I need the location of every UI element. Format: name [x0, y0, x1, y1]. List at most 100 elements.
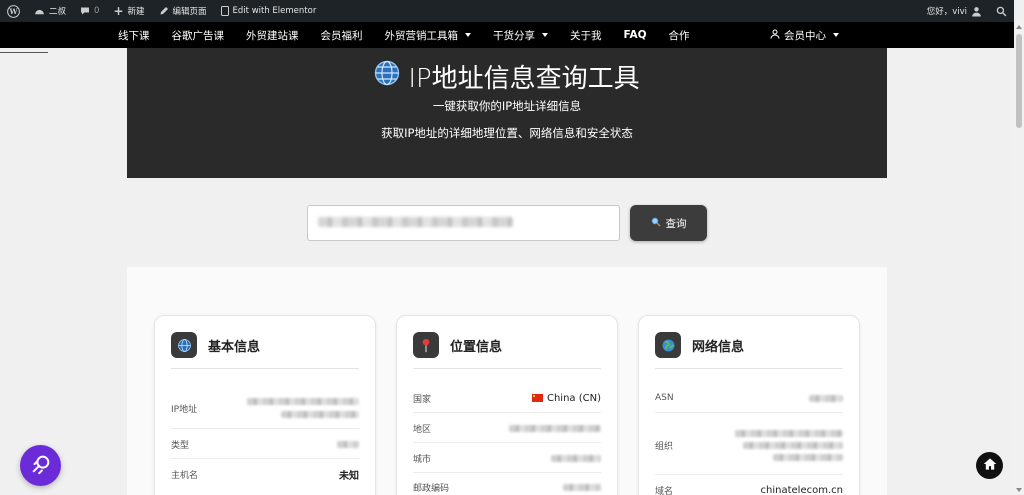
user-avatar-icon — [971, 6, 982, 17]
hero-subtitle: 一键获取你的IP地址详细信息 — [432, 99, 582, 113]
city-value-redacted — [551, 454, 601, 462]
query-button-label: 查询 — [665, 217, 687, 230]
country-label: 国家 — [413, 394, 432, 405]
city-row: 城市 — [413, 450, 601, 466]
edit-page-label: 编辑页面 — [172, 7, 207, 17]
new-content-link[interactable]: + 新建 — [106, 0, 151, 22]
caret-down-icon — [542, 33, 548, 37]
region-row: 地区 — [413, 420, 601, 436]
ip-value-redacted — [247, 398, 359, 418]
hero-title-text: IP地址信息查询工具 — [408, 64, 640, 94]
scroll-up-icon[interactable] — [1016, 25, 1022, 29]
globe-icon — [374, 60, 400, 93]
query-button[interactable]: 查询 — [630, 205, 707, 241]
new-label: 新建 — [127, 7, 145, 17]
my-account-link[interactable]: 您好，vivi — [920, 0, 989, 22]
edit-with-elementor-link[interactable]: Edit with Elementor — [214, 0, 324, 22]
city-label: 城市 — [413, 454, 432, 465]
ip-label: IP地址 — [171, 404, 198, 415]
card-header: 位置信息 — [413, 332, 601, 369]
type-label: 类型 — [171, 440, 190, 451]
china-flag-icon — [531, 393, 543, 402]
site-name-label: 二叔 — [49, 7, 67, 17]
nav-item-offline-course[interactable]: 线下课 — [107, 22, 161, 48]
nav-item-website-course[interactable]: 外贸建站课 — [235, 22, 310, 48]
search-icon — [30, 453, 52, 479]
scroll-down-icon[interactable] — [1016, 488, 1022, 492]
comments-link[interactable]: 0 — [73, 0, 106, 22]
nav-item-member-benefits[interactable]: 会员福利 — [310, 22, 374, 48]
nav-item-sharing[interactable]: 干货分享 — [482, 22, 559, 48]
wordpress-logo-button[interactable]: W — [0, 0, 27, 22]
network-info-card: 网络信息 ASN 组织 域名 chinatelecom.cn — [638, 315, 860, 495]
user-icon — [770, 29, 780, 42]
organization-row: 组织 — [655, 422, 843, 468]
basic-info-card: 基本信息 IP地址 类型 主机名 未知 — [154, 315, 376, 495]
row-divider — [413, 412, 601, 413]
nav-item-about[interactable]: 关于我 — [559, 22, 613, 48]
comment-icon — [80, 6, 90, 16]
map-pin-icon — [413, 332, 439, 358]
globe-icon — [171, 332, 197, 358]
floating-action-button[interactable] — [20, 445, 61, 486]
card-header: 网络信息 — [655, 332, 843, 369]
wp-admin-bar: W 二叔 0 + 新建 编辑页面 Edit with Elementor 您好，… — [0, 0, 1014, 22]
country-value: China (CN) — [531, 392, 601, 404]
magnifier-icon — [651, 217, 661, 230]
elementor-label: Edit with Elementor — [232, 6, 317, 16]
row-divider — [413, 442, 601, 443]
row-divider — [171, 428, 359, 429]
search-icon — [996, 6, 1007, 17]
scrollbar-thumb[interactable] — [1016, 34, 1022, 128]
nav-item-faq[interactable]: FAQ — [613, 22, 658, 48]
greeting-label: 您好，vivi — [926, 7, 967, 17]
nav-item-cooperation[interactable]: 合作 — [658, 22, 701, 48]
earth-icon — [655, 332, 681, 358]
nav-item-marketing-toolbox[interactable]: 外贸营销工具箱 — [374, 22, 483, 48]
plus-icon: + — [113, 4, 124, 18]
location-info-card: 位置信息 国家 China (CN) 地区 城市 邮政编码 — [396, 315, 618, 495]
organization-value-redacted — [735, 429, 843, 461]
type-row: 类型 — [171, 436, 359, 452]
domain-label: 域名 — [655, 486, 674, 495]
postal-row: 邮政编码 — [413, 479, 601, 495]
country-value-text: China (CN) — [546, 392, 601, 404]
type-value-redacted — [337, 440, 359, 448]
caret-down-icon — [465, 33, 471, 37]
page-scrollbar[interactable] — [1014, 22, 1024, 495]
back-to-home-button[interactable] — [976, 452, 1003, 479]
asn-label: ASN — [655, 393, 674, 403]
divider — [0, 52, 48, 53]
member-center-menu[interactable]: 会员中心 — [770, 22, 839, 48]
elementor-icon — [220, 6, 229, 16]
row-divider — [171, 458, 359, 459]
row-divider — [655, 474, 843, 475]
admin-search-button[interactable] — [989, 0, 1014, 22]
dashboard-icon — [34, 6, 45, 16]
home-icon — [983, 456, 997, 475]
site-name-link[interactable]: 二叔 — [27, 0, 73, 22]
row-divider — [655, 412, 843, 413]
country-row: 国家 China (CN) — [413, 390, 601, 406]
hero-title: IP地址信息查询工具 — [127, 58, 887, 95]
postal-label: 邮政编码 — [413, 483, 450, 494]
svg-text:W: W — [8, 7, 18, 16]
comments-count: 0 — [94, 6, 100, 16]
member-center-label: 会员中心 — [784, 29, 826, 42]
region-value-redacted — [509, 424, 601, 432]
organization-label: 组织 — [655, 441, 674, 452]
postal-value-redacted — [563, 483, 601, 491]
caret-down-icon — [833, 33, 839, 37]
asn-row: ASN — [655, 390, 843, 406]
nav-item-google-ads-course[interactable]: 谷歌广告课 — [161, 22, 236, 48]
card-title: 位置信息 — [450, 339, 503, 355]
pencil-icon — [159, 6, 169, 16]
card-title: 基本信息 — [208, 339, 261, 355]
region-label: 地区 — [413, 424, 432, 435]
domain-value: chinatelecom.cn — [760, 484, 843, 495]
hostname-label: 主机名 — [171, 470, 199, 481]
domain-row: 域名 chinatelecom.cn — [655, 482, 843, 495]
edit-page-link[interactable]: 编辑页面 — [152, 0, 214, 22]
card-header: 基本信息 — [171, 332, 359, 369]
row-divider — [413, 472, 601, 473]
